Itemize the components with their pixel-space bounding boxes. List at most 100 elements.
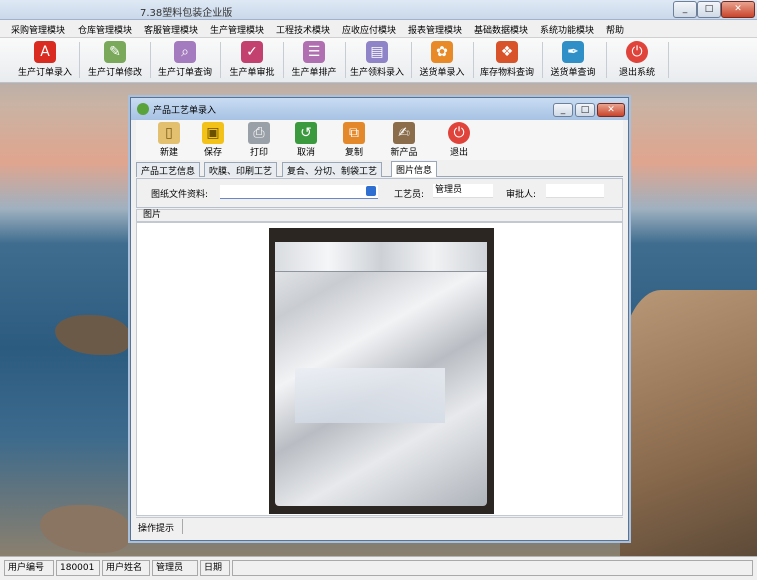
- exit-button[interactable]: ⏻ 退出: [438, 121, 480, 159]
- menu-receivable-payable[interactable]: 应收应付模块: [342, 23, 396, 36]
- toolbar-label: 库存物料查询: [479, 68, 534, 78]
- toolbar-separator: [220, 42, 221, 78]
- copy-button[interactable]: ⧉ 复制: [333, 121, 375, 159]
- cancel-button[interactable]: ↺ 取消: [285, 121, 327, 159]
- hint-divider: [182, 519, 183, 534]
- production-order-edit-button[interactable]: ✎ 生产订单修改: [84, 40, 146, 81]
- toolbar-separator: [79, 42, 80, 78]
- minimize-button[interactable]: _: [673, 1, 697, 18]
- save-button[interactable]: ▣ 保存: [192, 121, 234, 159]
- production-order-entry-button[interactable]: A 生产订单录入: [14, 40, 76, 81]
- background-rock-left: [55, 315, 130, 355]
- toolbar-separator: [345, 42, 346, 78]
- background-cliff-right: [620, 290, 757, 556]
- power-icon: ⏻: [626, 41, 648, 63]
- toolbar-separator: [542, 42, 543, 78]
- date-label: 日期: [200, 560, 230, 576]
- user-id-label: 用户编号: [4, 560, 54, 576]
- toolbar-label: 送货单录入: [419, 68, 465, 78]
- engineer-field[interactable]: 管理员: [433, 184, 493, 198]
- toolbar-separator: [283, 42, 284, 78]
- picture-section-header: 图片: [136, 209, 623, 222]
- tab-product-process-info[interactable]: 产品工艺信息: [136, 162, 201, 177]
- app-title: 7.38塑料包装企业版: [140, 8, 233, 19]
- main-status-bar: 用户编号 180001 用户姓名 管理员 日期: [0, 556, 757, 580]
- approver-field[interactable]: [546, 184, 604, 198]
- window-title: 产品工艺单录入: [153, 106, 217, 116]
- schedule-icon: ☰: [303, 41, 325, 63]
- exit-icon: ⏻: [448, 122, 470, 144]
- toolbar-label: 生产订单修改: [87, 68, 142, 78]
- approve-icon: ✓: [241, 41, 263, 63]
- toolbar-separator: [473, 42, 474, 78]
- browse-file-icon[interactable]: [366, 186, 376, 196]
- menu-system[interactable]: 系统功能模块: [540, 23, 594, 36]
- tab-blown-film-printing[interactable]: 吹膜、印刷工艺: [204, 162, 278, 177]
- drawing-file-label: 图纸文件资料:: [151, 190, 209, 200]
- app-title-bar: 7.38塑料包装企业版 _ □ ✕: [0, 0, 757, 20]
- operation-hint-bar: 操作提示: [136, 517, 623, 535]
- material-icon: ▤: [366, 41, 388, 63]
- menu-production[interactable]: 生产管理模块: [210, 23, 264, 36]
- button-label: 新产品: [390, 148, 418, 158]
- new-doc-icon: ▯: [158, 122, 180, 144]
- window-minimize-button[interactable]: _: [553, 103, 573, 117]
- maximize-button[interactable]: □: [697, 1, 721, 18]
- header-fields: 图纸文件资料: 工艺员: 管理员 审批人:: [136, 178, 623, 208]
- window-close-button[interactable]: ✕: [597, 103, 625, 117]
- date-value: [232, 560, 753, 576]
- menu-base-data[interactable]: 基础数据模块: [474, 23, 528, 36]
- main-toolbar: A 生产订单录入 ✎ 生产订单修改 ⌕ 生产订单查询 ✓ 生产单审批 ☰ 生产单…: [0, 38, 757, 83]
- flower-icon: ✿: [431, 41, 453, 63]
- feather-icon: ✒: [562, 41, 584, 63]
- production-approval-button[interactable]: ✓ 生产单审批: [224, 40, 280, 81]
- window-toolbar: ▯ 新建 ▣ 保存 ⎙ 打印 ↺ 取消 ⧉ 复制 ✍ 新产品 ⏻ 退出: [136, 120, 623, 160]
- window-title-bar: 产品工艺单录入 _ □ ✕: [131, 98, 628, 120]
- menu-purchase[interactable]: 采购管理模块: [11, 23, 65, 36]
- toolbar-separator: [606, 42, 607, 78]
- inventory-query-button[interactable]: ❖ 库存物料查询: [476, 40, 538, 81]
- menu-engineering[interactable]: 工程技术模块: [276, 23, 330, 36]
- copy-icon: ⧉: [343, 122, 365, 144]
- button-label: 退出: [449, 148, 468, 158]
- drawing-file-input[interactable]: [220, 185, 378, 199]
- exit-system-button[interactable]: ⏻ 退出系统: [611, 40, 663, 81]
- toolbar-label: 生产单审批: [229, 68, 275, 78]
- menu-customer-service[interactable]: 客服管理模块: [144, 23, 198, 36]
- print-button[interactable]: ⎙ 打印: [238, 121, 280, 159]
- toolbar-separator: [150, 42, 151, 78]
- approver-label: 审批人:: [506, 190, 537, 200]
- delivery-note-entry-button[interactable]: ✿ 送货单录入: [414, 40, 470, 81]
- new-product-button[interactable]: ✍ 新产品: [383, 121, 425, 159]
- menu-help[interactable]: 帮助: [606, 23, 624, 36]
- toolbar-label: 生产订单录入: [17, 68, 72, 78]
- bag-zipper-seal: [275, 242, 487, 272]
- user-name-value: 管理员: [152, 560, 198, 576]
- inventory-icon: ❖: [496, 41, 518, 63]
- close-button[interactable]: ✕: [721, 1, 755, 18]
- app-logo-icon: [137, 103, 149, 115]
- toolbar-separator: [668, 42, 669, 78]
- button-label: 复制: [344, 148, 363, 158]
- save-icon: ▣: [202, 122, 224, 144]
- toolbar-label: 生产单排产: [291, 68, 337, 78]
- new-button[interactable]: ▯ 新建: [148, 121, 190, 159]
- background-rock-bottom: [40, 505, 130, 553]
- toolbar-separator: [411, 42, 412, 78]
- edit-icon: ✎: [104, 41, 126, 63]
- new-product-icon: ✍: [393, 122, 415, 144]
- tab-lamination-slitting-bagmaking[interactable]: 复合、分切、制袋工艺: [282, 162, 383, 177]
- button-label: 新建: [159, 148, 178, 158]
- window-maximize-button[interactable]: □: [575, 103, 595, 117]
- production-order-query-button[interactable]: ⌕ 生产订单查询: [154, 40, 216, 81]
- menu-warehouse[interactable]: 仓库管理模块: [78, 23, 132, 36]
- menu-reports[interactable]: 报表管理模块: [408, 23, 462, 36]
- delivery-note-query-button[interactable]: ✒ 送货单查询: [545, 40, 601, 81]
- toolbar-label: 生产订单查询: [157, 68, 212, 78]
- tab-picture-info[interactable]: 图片信息: [391, 161, 438, 177]
- production-scheduling-button[interactable]: ☰ 生产单排产: [286, 40, 342, 81]
- tab-strip: 产品工艺信息 吹膜、印刷工艺 复合、分切、制袋工艺 图片信息: [136, 161, 623, 177]
- toolbar-label: 生产领料录入: [349, 68, 404, 78]
- material-requisition-entry-button[interactable]: ▤ 生产领料录入: [347, 40, 407, 81]
- pdf-icon: A: [34, 41, 56, 63]
